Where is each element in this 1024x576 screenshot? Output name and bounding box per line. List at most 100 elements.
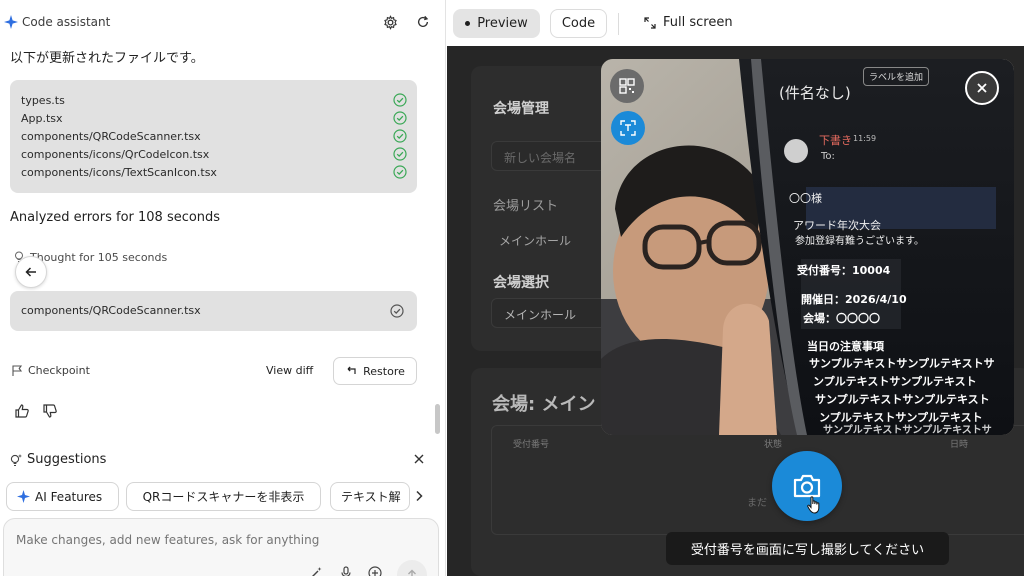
- analyzed-status: Analyzed errors for 108 seconds: [10, 210, 221, 225]
- text-scan-mode-button[interactable]: [611, 111, 645, 145]
- file-name: components/QRCodeScanner.tsx: [21, 130, 201, 143]
- check-circle-icon: [393, 111, 407, 125]
- microphone-icon[interactable]: [339, 566, 353, 576]
- restore-icon: [347, 366, 356, 374]
- qr-mode-button[interactable]: [610, 69, 644, 103]
- mail-venue: 会場：〇〇〇〇: [803, 312, 880, 325]
- venue-select-dropdown[interactable]: メインホール: [491, 298, 611, 328]
- gear-icon: [383, 14, 397, 30]
- suggestion-chip-text-scan[interactable]: テキスト解: [330, 482, 410, 511]
- chip-label: QRコードスキャナーを非表示: [142, 490, 305, 504]
- avatar: [784, 139, 808, 163]
- qr-code-icon: [619, 78, 635, 94]
- code-assistant-panel: Code assistant 以下が更新されたファイルです。 types.ts …: [0, 0, 446, 576]
- col-receipt: 受付番号: [513, 440, 550, 450]
- camera-hint: 受付番号を画面に写し撮影してください: [666, 532, 949, 565]
- restore-button[interactable]: Restore: [333, 357, 417, 385]
- changed-file-card[interactable]: components/QRCodeScanner.tsx: [10, 291, 417, 331]
- arrow-up-icon: [408, 569, 416, 576]
- new-venue-input[interactable]: 新しい会場名: [491, 141, 611, 171]
- mail-sample: サンプルテキストサンプルテキストサ: [823, 425, 992, 435]
- thumbs-up-icon[interactable]: [14, 403, 30, 419]
- file-item[interactable]: components/icons/TextScanIcon.tsx: [21, 164, 407, 182]
- file-name: App.tsx: [21, 112, 63, 125]
- mail-greeting: 〇〇様: [789, 192, 822, 205]
- camera-view: (件名なし) ラベルを追加 下書き 11:59 To: 〇〇様 アワード年次大会…: [601, 59, 1014, 435]
- new-venue-placeholder: 新しい会場名: [504, 151, 577, 165]
- venue-select-value: メインホール: [504, 308, 577, 322]
- close-icon: [977, 83, 987, 93]
- venue-list-title: 会場リスト: [493, 199, 559, 214]
- empty-state: まだ: [747, 498, 767, 509]
- check-circle-icon: [390, 304, 404, 318]
- magic-wand-icon[interactable]: [309, 566, 323, 576]
- mail-receipt: 受付番号：10004: [797, 264, 891, 277]
- file-name: components/icons/TextScanIcon.tsx: [21, 166, 217, 179]
- settings-button[interactable]: [381, 13, 399, 31]
- text-scan-icon: [620, 120, 636, 136]
- scrollbar-thumb[interactable]: [435, 404, 440, 434]
- close-icon[interactable]: [412, 452, 426, 466]
- refresh-button[interactable]: [414, 13, 432, 31]
- venue-list-item[interactable]: メインホール: [499, 232, 571, 249]
- thought-status[interactable]: Thought for 105 seconds: [30, 251, 167, 264]
- file-item[interactable]: components/QRCodeScanner.tsx: [21, 128, 407, 146]
- suggestion-chip-ai-features[interactable]: AI Features: [6, 482, 119, 511]
- add-label-chip: ラベルを追加: [863, 67, 930, 86]
- chip-label: AI Features: [35, 489, 103, 504]
- sparkle-icon: [4, 15, 18, 29]
- mail-notes-title: 当日の注意事項: [807, 340, 884, 353]
- venue-heading: 会場: メイン: [492, 394, 596, 415]
- suggestions-title: Suggestions: [27, 452, 107, 467]
- venue-select-title: 会場選択: [493, 275, 549, 291]
- active-dot: [465, 21, 471, 26]
- preview-toolbar: Preview Code Full screen: [447, 0, 1024, 46]
- prompt-input[interactable]: [16, 533, 416, 547]
- close-camera-button[interactable]: [965, 71, 999, 105]
- tab-preview[interactable]: Preview: [453, 9, 540, 38]
- file-name: components/QRCodeScanner.tsx: [21, 304, 201, 317]
- view-diff-link[interactable]: View diff: [266, 364, 313, 377]
- assistant-title: Code assistant: [22, 15, 111, 29]
- mail-subject: (件名なし): [779, 84, 851, 102]
- tab-code[interactable]: Code: [550, 9, 607, 38]
- file-item[interactable]: components/icons/QrCodeIcon.tsx: [21, 146, 407, 164]
- check-circle-icon: [393, 165, 407, 179]
- full-screen-button[interactable]: Full screen: [644, 15, 733, 30]
- prompt-input-box: [3, 518, 439, 576]
- refresh-icon: [417, 15, 429, 27]
- file-item[interactable]: types.ts: [21, 92, 407, 110]
- file-item[interactable]: App.tsx: [21, 110, 407, 128]
- checkpoint-label: Checkpoint: [28, 364, 90, 377]
- mail-line: 参加登録有難うございます。: [795, 236, 924, 247]
- mail-date: 開催日：2026/4/10: [801, 293, 907, 306]
- draft-label: 下書き: [819, 134, 852, 147]
- file-name: types.ts: [21, 94, 65, 107]
- restore-label: Restore: [363, 364, 405, 378]
- toolbar-divider: [618, 13, 619, 35]
- tab-code-label: Code: [561, 16, 596, 31]
- tab-preview-label: Preview: [477, 16, 528, 31]
- mail-to: To:: [821, 151, 835, 162]
- col-date: 日時: [950, 440, 969, 450]
- suggestion-chip-hide-qr[interactable]: QRコードスキャナーを非表示: [126, 482, 321, 511]
- expand-icon: [644, 16, 656, 29]
- sparkle-icon: [17, 490, 30, 503]
- back-button[interactable]: [15, 256, 47, 288]
- mail-line: アワード年次大会: [793, 219, 881, 232]
- mail-sample: ンプルテキストサンプルテキスト: [813, 375, 977, 388]
- send-button[interactable]: [397, 560, 427, 576]
- chip-label: テキスト解: [341, 490, 401, 504]
- full-screen-label: Full screen: [663, 15, 733, 30]
- add-circle-icon[interactable]: [368, 566, 382, 576]
- mail-sample: サンプルテキストサンプルテキスト: [815, 393, 990, 406]
- check-circle-icon: [393, 147, 407, 161]
- thumbs-down-icon[interactable]: [42, 403, 58, 419]
- assistant-header: Code assistant: [0, 0, 445, 46]
- check-circle-icon: [393, 129, 407, 143]
- chevron-right-icon[interactable]: [412, 489, 426, 503]
- arrow-left-icon: [25, 267, 36, 277]
- preview-panel: Preview Code Full screen 会場管理 新しい会場名 会場リ…: [447, 0, 1024, 576]
- registrations-table: [491, 425, 1024, 535]
- mail-time: 11:59: [853, 134, 877, 143]
